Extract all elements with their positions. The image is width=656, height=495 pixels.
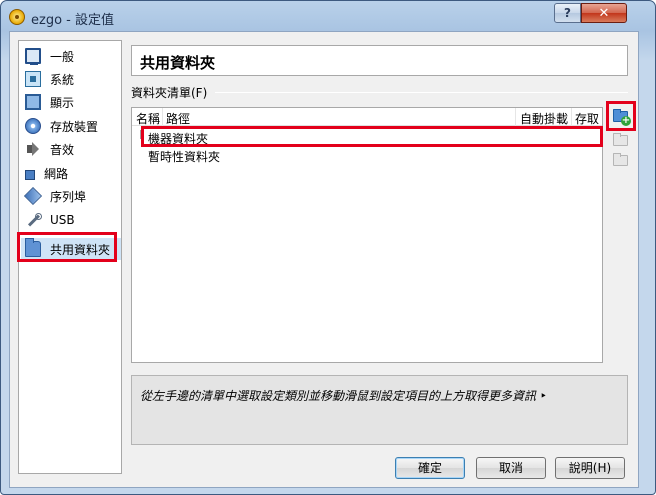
add-shared-folder-button[interactable]: + (611, 106, 631, 126)
sidebar-item-storage[interactable]: 存放裝置 (21, 115, 121, 137)
display-icon (25, 94, 41, 110)
folder-icon (25, 238, 41, 257)
sidebar-item-label: 共用資料夾 (50, 242, 111, 257)
sidebar-item-serial-ports[interactable]: 序列埠 (21, 185, 121, 207)
sidebar-item-label: 存放裝置 (50, 119, 99, 134)
audio-icon (25, 141, 41, 157)
description-panel: 從左手邊的清單中選取設定類別並移動滑鼠到設定項目的上方取得更多資訊 ‣ (131, 375, 628, 445)
table-row[interactable]: 暫時性資料夾 (148, 148, 220, 166)
sidebar-item-label: 系統 (50, 72, 75, 87)
column-separator (162, 108, 163, 126)
sidebar-item-display[interactable]: 顯示 (21, 91, 121, 113)
plus-icon: + (621, 115, 631, 126)
table-row[interactable]: 機器資料夾 (139, 130, 208, 148)
app-gear-icon (9, 9, 25, 25)
sidebar-item-shared-folders[interactable]: 共用資料夾 (21, 238, 121, 260)
remove-shared-folder-icon (613, 153, 628, 166)
description-text: 從左手邊的清單中選取設定類別並移動滑鼠到設定項目的上方取得更多資訊 ‣ (140, 389, 547, 403)
sidebar-item-general[interactable]: 一般 (21, 45, 121, 67)
sidebar-item-label: 一般 (50, 49, 75, 64)
sidebar-item-label: 網路 (44, 166, 69, 181)
settings-window: ezgo - 設定值 ? ✕ 一般 系統 顯示 存放裝置 音效 網路 序列埠 U… (0, 0, 656, 495)
sidebar-item-usb[interactable]: USB (21, 209, 121, 231)
edit-shared-folder-button[interactable] (611, 130, 631, 150)
sidebar-item-audio[interactable]: 音效 (21, 138, 121, 160)
column-header-automount[interactable]: 自動掛載 (520, 110, 568, 127)
column-separator (515, 108, 516, 126)
monitor-icon (25, 48, 41, 65)
sidebar-item-label: 音效 (50, 142, 75, 157)
disk-icon (25, 118, 41, 134)
dialog-body: 一般 系統 顯示 存放裝置 音效 網路 序列埠 USB 共用資料夾 共用資料夾 … (9, 31, 639, 488)
sidebar-item-system[interactable]: 系統 (21, 68, 121, 90)
table-header: 名稱 路徑 自動掛載 存取 (132, 108, 602, 126)
section-divider (215, 92, 628, 93)
serial-port-icon (23, 186, 43, 206)
sidebar-item-label: USB (50, 213, 75, 227)
title-bar: ezgo - 設定值 ? ✕ (1, 1, 655, 31)
edit-shared-folder-icon (613, 133, 628, 146)
remove-shared-folder-button[interactable] (611, 150, 631, 170)
column-header-path[interactable]: 路徑 (166, 110, 190, 127)
cancel-button[interactable]: 取消 (476, 457, 546, 479)
sidebar-item-network[interactable]: 網路 (21, 162, 121, 184)
help-button[interactable]: 說明(H) (555, 457, 625, 479)
sidebar-item-label: 顯示 (50, 95, 75, 110)
titlebar-close-button[interactable]: ✕ (581, 3, 627, 23)
settings-category-list: 一般 系統 顯示 存放裝置 音效 網路 序列埠 USB 共用資料夾 (18, 40, 122, 474)
sidebar-item-label: 序列埠 (50, 189, 87, 204)
chip-icon (25, 71, 41, 87)
column-header-name[interactable]: 名稱 (136, 110, 160, 127)
page-title: 共用資料夾 (131, 45, 628, 76)
titlebar-help-button[interactable]: ? (554, 3, 581, 23)
usb-icon (25, 212, 42, 228)
ok-button[interactable]: 確定 (395, 457, 465, 479)
column-header-access[interactable]: 存取 (575, 110, 599, 127)
window-title: ezgo - 設定值 (31, 13, 114, 28)
shared-folder-table[interactable]: 名稱 路徑 自動掛載 存取 機器資料夾 暫時性資料夾 (131, 107, 603, 363)
network-icon (25, 169, 35, 180)
folder-list-label: 資料夾清單(F) (131, 86, 208, 100)
column-separator (571, 108, 572, 126)
